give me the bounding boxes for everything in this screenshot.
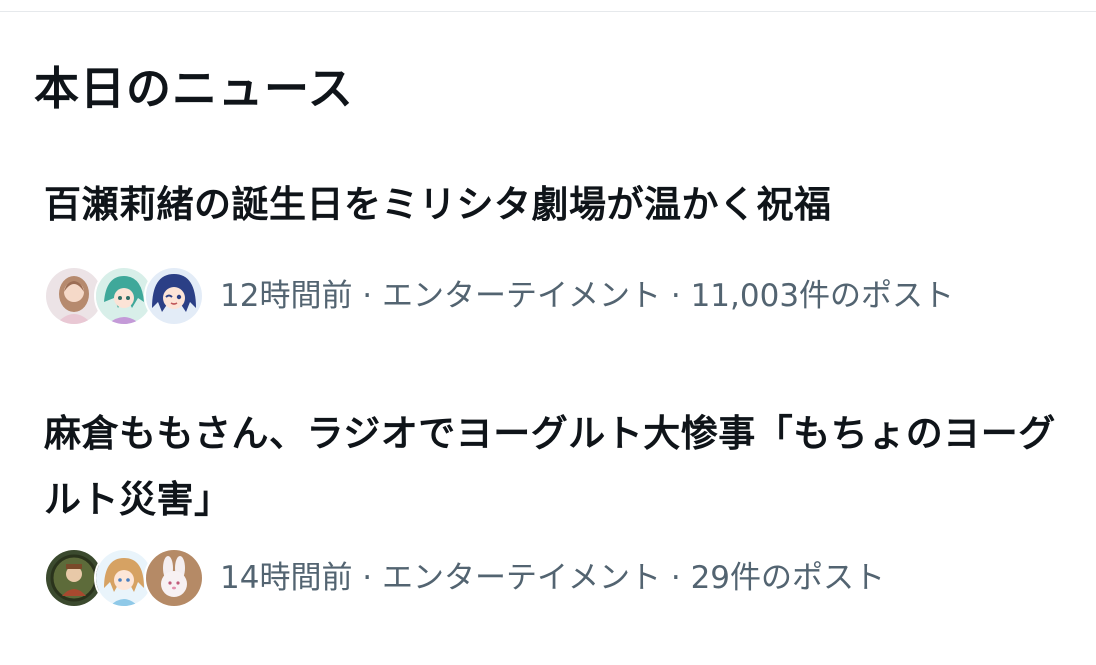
section-title: 本日のニュース: [34, 62, 354, 115]
avatar-stack: [44, 548, 204, 608]
news-headline[interactable]: 麻倉ももさん、ラジオでヨーグルト大惨事「もちょのヨーグルト災害」: [44, 401, 1064, 533]
news-meta-text: 12時間前 · エンターテイメント · 11,003件のポスト: [220, 278, 955, 314]
news-meta: 12時間前 · エンターテイメント · 11,003件のポスト: [44, 266, 1054, 326]
news-item[interactable]: 百瀬莉緒の誕生日をミリシタ劇場が温かく祝福 12時間前 · エンターテイメント …: [0, 168, 1096, 350]
avatar-stack: [44, 266, 204, 326]
news-headline[interactable]: 百瀬莉緒の誕生日をミリシタ劇場が温かく祝福: [44, 172, 1064, 238]
avatar: [144, 266, 204, 326]
news-meta: 14時間前 · エンターテイメント · 29件のポスト: [44, 548, 1054, 608]
news-item[interactable]: 麻倉ももさん、ラジオでヨーグルト大惨事「もちょのヨーグルト災害」 14時間前 ·…: [0, 396, 1096, 636]
news-meta-text: 14時間前 · エンターテイメント · 29件のポスト: [220, 560, 886, 596]
top-divider: [0, 11, 1096, 12]
avatar: [144, 548, 204, 608]
